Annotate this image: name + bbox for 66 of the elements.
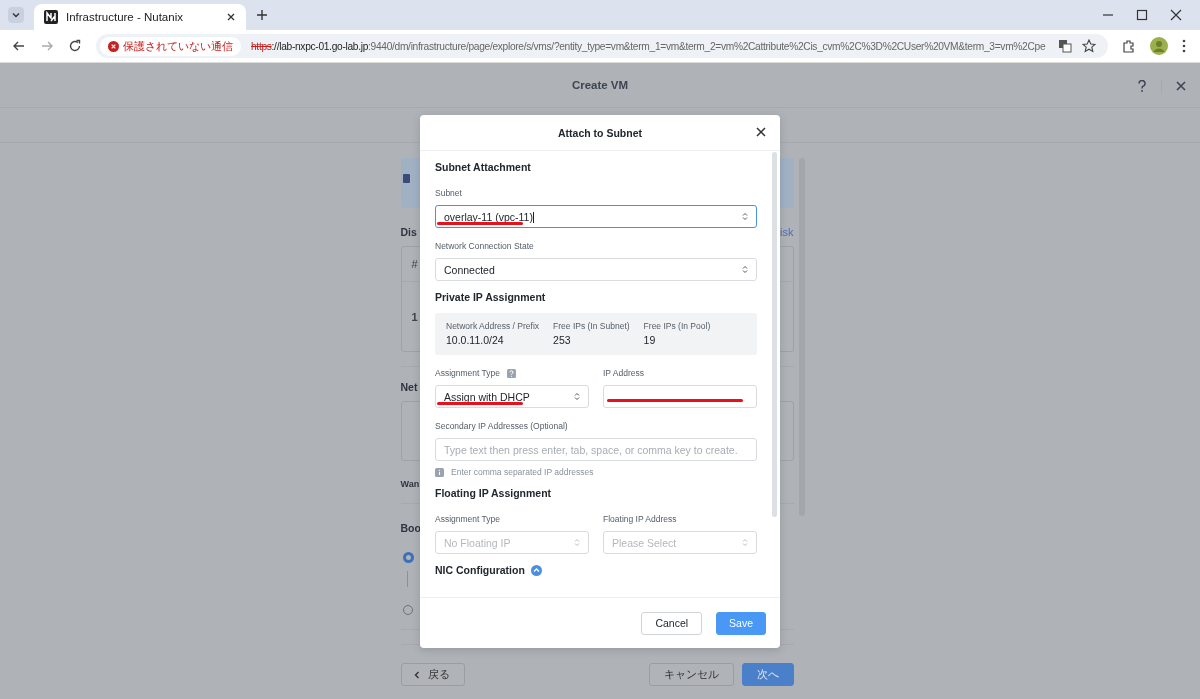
- wizard-button[interactable]: キャンセル: [648, 663, 734, 686]
- summary-label: Network Address / Prefix: [446, 321, 540, 331]
- summary-value: 19: [643, 334, 657, 346]
- field-label: Floating IP Address: [603, 514, 677, 524]
- chevron-down-icon: [11, 10, 21, 20]
- summary-label: Free IPs (In Subnet): [553, 321, 630, 331]
- maximize-icon[interactable]: [1136, 9, 1148, 21]
- sort-arrows-icon: [742, 265, 748, 274]
- back-arrow-icon[interactable]: [12, 39, 26, 53]
- sort-arrows-icon: [574, 392, 580, 401]
- section-heading: Boo: [400, 522, 421, 534]
- browser-tab[interactable]: Infrastructure - Nutanix: [34, 4, 246, 30]
- summary-label: Free IPs (In Pool): [643, 321, 711, 331]
- dropdown-field[interactable]: Assign with DHCP: [435, 385, 589, 408]
- section-heading: NIC Configuration: [435, 564, 525, 576]
- back-button[interactable]: 戻る: [400, 663, 465, 686]
- section-heading: Dis: [400, 226, 417, 238]
- table-cell: 1: [411, 311, 418, 323]
- summary-value: 253: [553, 334, 572, 346]
- help-icon[interactable]: [1137, 80, 1147, 92]
- more-menu-icon[interactable]: [1182, 39, 1186, 53]
- help-icon[interactable]: [507, 368, 517, 378]
- field-label: Subnet: [435, 188, 462, 198]
- option-label: Wan: [400, 479, 420, 489]
- avatar-icon[interactable]: [1150, 37, 1168, 55]
- section-heading: Net: [400, 381, 418, 393]
- tab-title: Infrastructure - Nutanix: [66, 11, 184, 23]
- reload-icon[interactable]: [68, 39, 82, 53]
- field-label: IP Address: [603, 368, 644, 378]
- dropdown-field[interactable]: Connected: [435, 258, 757, 281]
- star-icon[interactable]: [1082, 39, 1096, 53]
- new-tab-icon[interactable]: [256, 9, 268, 21]
- translate-icon[interactable]: [1058, 39, 1072, 53]
- sort-arrows-icon: [742, 538, 748, 547]
- sort-arrows-icon: [574, 538, 580, 547]
- cancel-button[interactable]: Cancel: [641, 611, 703, 635]
- column-header: #: [411, 258, 418, 270]
- close-icon[interactable]: [226, 12, 236, 22]
- tab-list-button[interactable]: [8, 7, 24, 23]
- field-label: Network Connection State: [435, 241, 534, 251]
- field-label: Secondary IP Addresses (Optional): [435, 421, 568, 431]
- extension-icon[interactable]: [1122, 39, 1136, 53]
- security-chip[interactable]: 保護されていない通信: [100, 36, 241, 56]
- app-logo-icon: [44, 10, 58, 24]
- field-label: Assignment Type: [435, 514, 501, 524]
- dialog-title: Attach to Subnet: [558, 126, 642, 139]
- field-label: Assignment Type: [435, 368, 501, 378]
- section-heading: Private IP Assignment: [435, 291, 546, 303]
- collapse-icon[interactable]: [530, 564, 542, 576]
- wizard-button[interactable]: 次へ: [741, 663, 794, 686]
- hint-text: Enter comma separated IP addresses: [451, 467, 594, 477]
- security-label: 保護されていない通信: [123, 38, 233, 54]
- dropdown-field[interactable]: overlay-11 (vpc-11): [435, 205, 757, 228]
- section-heading: Subnet Attachment: [435, 161, 531, 173]
- info-icon: [435, 467, 444, 477]
- input-field[interactable]: [603, 385, 757, 408]
- close-icon[interactable]: [1170, 9, 1182, 21]
- close-icon[interactable]: [756, 127, 766, 137]
- sort-arrows-icon: [742, 212, 748, 221]
- radio-button[interactable]: [402, 552, 414, 563]
- warning-icon: [108, 40, 119, 52]
- chevron-left-icon: [413, 670, 420, 679]
- page-title: Create VM: [571, 79, 629, 91]
- section-heading: Floating IP Assignment: [435, 487, 552, 499]
- summary-value: 10.0.11.0/24: [446, 334, 505, 346]
- url-field[interactable]: https://lab-nxpc-01.go-lab.jp:9440/dm/infrastructure/page/explore/s/vms/?entity_type=vm&term_1=vm&term_2=vm%2Cattribute%2Cis_cvm%2C%3D%2CUser%20VM&term_3=vm%2Cpe: [251, 40, 1048, 52]
